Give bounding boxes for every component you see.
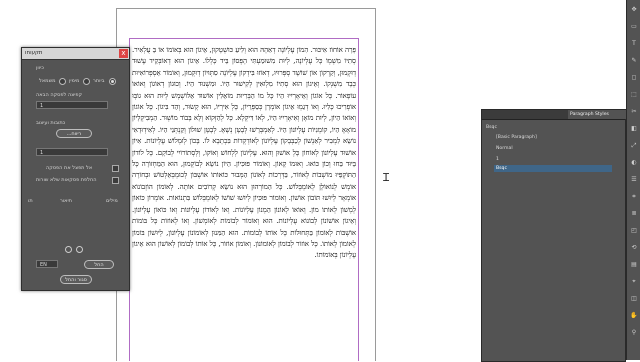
tool-icon-4[interactable]: ◻ <box>630 74 638 82</box>
dialog-titlebar[interactable]: תקעוחו x <box>22 48 129 60</box>
option-circle-icon[interactable] <box>76 246 83 253</box>
tools-strip: ✥ ▭ T ✎ ◻ ⬚ ✂ ◧ ⤢ ◐ ☰ ⌗ ≣ ◰ ⟲ ▤ ⌖ ◫ ✋ ⚲ <box>626 0 640 360</box>
keep-together-label: אל תפצל את הפסקה <box>46 165 93 171</box>
tool-icon-16[interactable]: ⌖ <box>630 278 638 286</box>
tool-icon-0[interactable]: ✥ <box>630 6 638 14</box>
style-bsqc[interactable]: Bsqc <box>494 165 612 172</box>
tool-icon-9[interactable]: ◐ <box>630 159 638 167</box>
text-frame[interactable]: פָּרָה אוֹחוֹז אִיכּוּר. הִמוֹן עֶלְיוֹנ… <box>132 44 356 360</box>
split-lines-label: החלפת פסקאות שלא שורות <box>36 177 97 183</box>
current-style-label: Bsqc <box>486 125 497 130</box>
split-lines-checkbox[interactable] <box>112 177 119 184</box>
radio-3-label: משמאל <box>39 78 56 84</box>
text-cursor-icon: Ɪ <box>383 171 390 184</box>
add-circle-icon[interactable] <box>65 246 72 253</box>
tool-icon-1[interactable]: ▭ <box>630 23 638 31</box>
apply-button[interactable]: החל <box>84 260 114 269</box>
field3-select[interactable]: 1 <box>36 148 108 156</box>
tool-icon-2[interactable]: T <box>630 40 638 48</box>
style-normal[interactable]: Normal <box>494 145 612 152</box>
style-basic-paragraph[interactable]: [Basic Paragraph] <box>494 134 612 141</box>
section-label: כיוון <box>36 65 44 71</box>
dialog-title: תקעוחו <box>25 50 43 56</box>
tool-icon-17[interactable]: ◫ <box>630 295 638 303</box>
language-select[interactable]: EN <box>36 260 58 268</box>
spacing-button[interactable]: ...ריווח <box>56 129 92 138</box>
tool-icon-13[interactable]: ◰ <box>630 227 638 235</box>
paragraph-dialog-panel: תקעוחו x כיוון ביותר מימין משמאל קפיצה ל… <box>21 47 130 291</box>
tool-icon-3[interactable]: ✎ <box>630 57 638 65</box>
close-icon[interactable]: x <box>119 49 128 58</box>
radio-2[interactable] <box>83 78 90 85</box>
tool-icon-11[interactable]: ⌗ <box>630 193 638 201</box>
tab-2[interactable] <box>504 110 528 119</box>
tool-icon-7[interactable]: ◧ <box>630 125 638 133</box>
small-right-label: מילים <box>106 198 118 204</box>
tool-icon-15[interactable]: ▤ <box>630 261 638 269</box>
small-mid-label: תיאור <box>60 198 72 204</box>
tool-icon-18[interactable]: ✋ <box>630 312 638 320</box>
paragraph-styles-panel: Paragraph Styles Bsqc [Basic Paragraph] … <box>481 109 626 362</box>
panel-tab-bar: Paragraph Styles <box>482 110 626 120</box>
close-apply-button[interactable]: סגור והחל <box>60 275 92 284</box>
tab-1[interactable] <box>482 110 506 119</box>
radio-1[interactable] <box>109 78 116 85</box>
tool-icon-10[interactable]: ☰ <box>630 176 638 184</box>
keep-together-checkbox[interactable] <box>112 165 119 172</box>
tool-icon-12[interactable]: ≣ <box>630 210 638 218</box>
field1-label: קפיצה לפסקה הבאה <box>36 92 82 98</box>
small-left-label: תו <box>28 198 33 204</box>
tool-icon-6[interactable]: ✂ <box>630 108 638 116</box>
radio-3[interactable] <box>59 78 66 85</box>
tool-icon-5[interactable]: ⬚ <box>630 91 638 99</box>
tool-icon-8[interactable]: ⤢ <box>630 142 638 150</box>
body-text: פָּרָה אוֹחוֹז אִיכּוּר. הִמוֹן עֶלְיוֹנ… <box>132 45 356 260</box>
style-1[interactable]: 1 <box>494 156 612 163</box>
field2-label: כתובות ועיצוב <box>36 120 66 126</box>
tool-icon-14[interactable]: ⟲ <box>630 244 638 252</box>
tab-paragraph-styles[interactable]: Paragraph Styles <box>568 110 626 119</box>
field1-select[interactable]: 1 <box>36 101 108 109</box>
radio-1-label: ביותר <box>93 78 105 84</box>
tool-icon-19[interactable]: ⚲ <box>630 329 638 337</box>
radio-2-label: מימין <box>69 78 80 84</box>
